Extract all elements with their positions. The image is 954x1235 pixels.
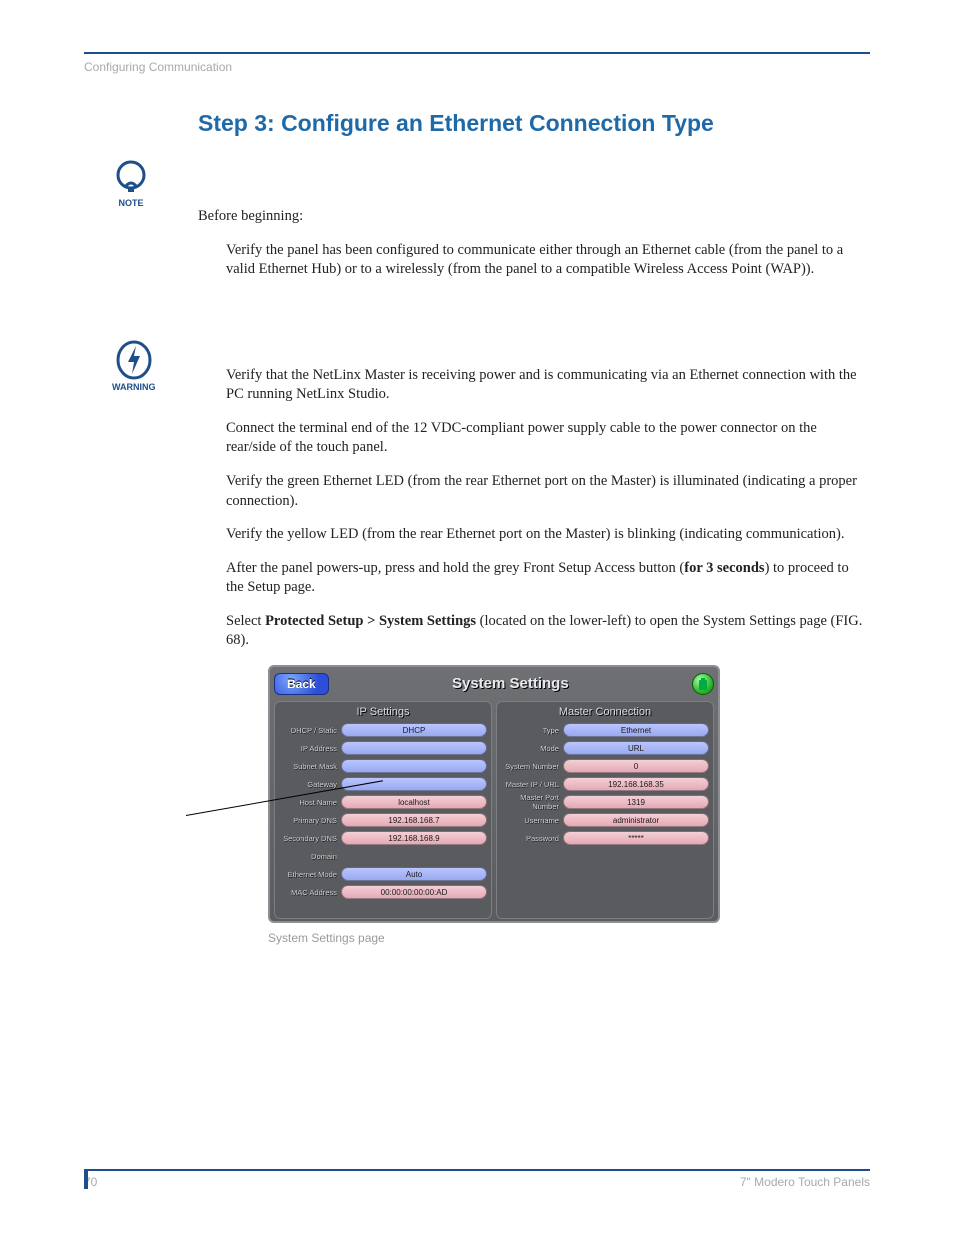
master-connection-header: Master Connection — [501, 706, 709, 718]
battery-icon — [692, 673, 714, 695]
master-connection-panel: Master Connection TypeEthernet ModeURL S… — [496, 701, 714, 919]
ethernet-mode-field[interactable]: Auto — [341, 867, 487, 881]
select-para: Select Protected Setup > System Settings… — [226, 612, 870, 651]
note-icon: NOTE — [112, 158, 150, 208]
dhcp-field[interactable]: DHCP — [341, 723, 487, 737]
master-port-field[interactable]: 1319 — [563, 795, 709, 809]
subnet-mask-field[interactable] — [341, 759, 487, 773]
powerup-para: After the panel powers-up, press and hol… — [226, 559, 870, 598]
top-rule — [84, 52, 870, 54]
secondary-dns-field[interactable]: 192.168.168.9 — [341, 831, 487, 845]
ip-address-field[interactable] — [341, 741, 487, 755]
ip-settings-panel: IP Settings DHCP / StaticDHCP IP Address… — [274, 701, 492, 919]
page-heading: Step 3: Configure an Ethernet Connection… — [198, 110, 870, 137]
back-button[interactable]: Back — [274, 673, 329, 695]
page-footer: 70 7" Modero Touch Panels — [84, 1169, 870, 1189]
before-beginning-label: Before beginning: — [198, 207, 870, 227]
system-settings-screenshot: Back System Settings IP Settings DHCP / … — [268, 665, 720, 923]
footer-product: 7" Modero Touch Panels — [740, 1175, 870, 1189]
password-field[interactable]: ***** — [563, 831, 709, 845]
master-ip-field[interactable]: 192.168.168.35 — [563, 777, 709, 791]
ip-settings-header: IP Settings — [279, 706, 487, 718]
system-number-field[interactable]: 0 — [563, 759, 709, 773]
username-field[interactable]: administrator — [563, 813, 709, 827]
yellow-led-para: Verify the yellow LED (from the rear Eth… — [226, 525, 870, 545]
domain-field[interactable] — [341, 849, 487, 863]
screenshot-title: System Settings — [329, 675, 692, 692]
connect-para: Connect the terminal end of the 12 VDC-c… — [226, 419, 870, 458]
figure-caption: System Settings page — [268, 931, 870, 945]
mac-address-field: 00:00:00:00:00:AD — [341, 885, 487, 899]
host-name-field[interactable]: localhost — [341, 795, 487, 809]
green-led-para: Verify the green Ethernet LED (from the … — [226, 472, 870, 511]
primary-dns-field[interactable]: 192.168.168.7 — [341, 813, 487, 827]
netlinx-para: Verify that the NetLinx Master is receiv… — [226, 366, 870, 405]
verify-panel-para: Verify the panel has been configured to … — [226, 241, 870, 280]
warning-icon: WARNING — [112, 340, 156, 392]
running-head: Configuring Communication — [84, 60, 870, 74]
mode-field[interactable]: URL — [563, 741, 709, 755]
type-field[interactable]: Ethernet — [563, 723, 709, 737]
